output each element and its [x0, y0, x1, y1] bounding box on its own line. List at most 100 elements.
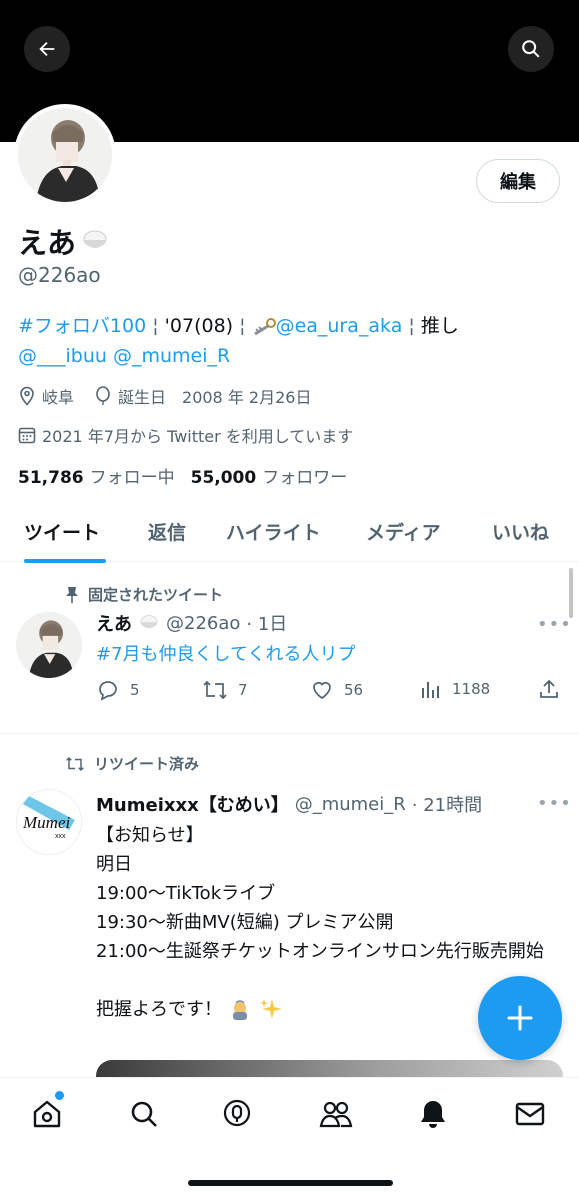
- profile-bio: #フォロバ100 ¦ '07(08) ¦ @ea_ura_aka ¦ 推し @_…: [18, 311, 563, 371]
- search-icon: [131, 1101, 157, 1127]
- tweet-avatar[interactable]: Mumei xxx: [16, 789, 82, 855]
- profile-handle: @226ao: [18, 263, 101, 287]
- sparkles-icon: [260, 998, 282, 1019]
- tweet-line: 【お知らせ】: [96, 825, 204, 846]
- bio-mention-ea-ura-aka[interactable]: @ea_ura_aka: [276, 315, 403, 337]
- back-arrow-icon: [39, 41, 55, 57]
- share-button[interactable]: [538, 678, 560, 700]
- tweet-line: 明日: [96, 854, 132, 875]
- profile-birthday: 誕生日 2008 年 2月26日: [118, 388, 312, 407]
- tweet-author-handle[interactable]: @_mumei_R: [295, 794, 406, 815]
- more-icon[interactable]: •••: [537, 793, 572, 814]
- bio-mention-ibuu[interactable]: @___ibuu: [18, 345, 107, 367]
- profile-meta-row: 岐阜 誕生日 2008 年 2月26日: [18, 384, 311, 408]
- more-icon[interactable]: •••: [537, 614, 572, 635]
- bio-year: '07(08): [164, 315, 234, 337]
- nav-communities[interactable]: [318, 1096, 354, 1132]
- reply-icon: [99, 681, 117, 701]
- profile-location: 岐阜: [42, 388, 75, 407]
- tweet-actions: 5 7 56 1188: [96, 678, 566, 704]
- person-bowing-icon: [233, 999, 247, 1020]
- tweet-author-name[interactable]: えあ: [96, 610, 132, 636]
- tab-media[interactable]: メディア: [366, 518, 441, 545]
- profile-name: えあ: [18, 220, 110, 262]
- profile-name-text: えあ: [18, 226, 77, 260]
- svg-text:xxx: xxx: [55, 833, 66, 840]
- tab-tweets[interactable]: ツイート: [24, 518, 100, 545]
- tweet-context: 固定されたツイート: [64, 584, 223, 605]
- tweet-context-label: リツイート済み: [94, 755, 200, 773]
- back-button[interactable]: [24, 26, 70, 72]
- tweet-line: 19:30～新曲MV(短編) プレミア公開: [96, 912, 394, 933]
- followers-label[interactable]: フォロワー: [262, 463, 347, 488]
- bio-mention-mumei[interactable]: @_mumei_R: [113, 345, 230, 367]
- profile-avatar[interactable]: [14, 104, 116, 206]
- bio-hashtag[interactable]: #フォロバ100: [18, 315, 146, 337]
- nav-search[interactable]: [126, 1096, 162, 1132]
- balloon-icon: [96, 386, 110, 405]
- share-icon: [540, 679, 558, 698]
- tweet-line: 把握よろです！: [96, 999, 222, 1020]
- tab-replies[interactable]: 返信: [148, 518, 186, 545]
- profile-tabs: ツイート 返信 ハイライト メディア いいね: [0, 500, 579, 563]
- like-count: 56: [344, 681, 364, 699]
- calendar-icon: [18, 427, 36, 444]
- tweet-line: 21:00～生誕祭チケットオンラインサロン先行販売開始: [96, 941, 544, 962]
- nav-notifications[interactable]: [415, 1096, 451, 1132]
- like-button[interactable]: 56: [310, 678, 363, 702]
- views-button[interactable]: 1188: [420, 678, 490, 700]
- tweet-context-label: 固定されたツイート: [88, 586, 224, 604]
- tweet-avatar[interactable]: [16, 612, 82, 678]
- retweet-count: 7: [238, 681, 248, 699]
- svg-text:Mumei: Mumei: [22, 813, 70, 832]
- key-icon: [253, 318, 276, 336]
- following-label[interactable]: フォロー中: [90, 463, 175, 488]
- reply-count: 5: [130, 681, 140, 699]
- tweet-time[interactable]: · 21時間: [412, 791, 482, 817]
- communities-icon: [319, 1101, 353, 1128]
- pin-icon: [66, 586, 78, 603]
- following-count[interactable]: 51,786: [18, 468, 84, 488]
- followers-count[interactable]: 55,000: [191, 468, 257, 488]
- nav-spaces[interactable]: [219, 1096, 255, 1132]
- views-count: 1188: [452, 680, 491, 698]
- home-notification-dot: [55, 1091, 64, 1100]
- tweet-author-name[interactable]: Mumeixxx【むめい】: [96, 791, 289, 817]
- bio-separator: ¦: [233, 315, 252, 337]
- views-chart-icon: [422, 682, 439, 698]
- heart-icon: [313, 682, 331, 700]
- tweet-time[interactable]: · 1日: [246, 610, 287, 636]
- rice-bowl-icon: [83, 230, 108, 248]
- tweet-author-handle[interactable]: @226ao: [166, 613, 240, 634]
- profile-joined: 2021 年7月から Twitter を利用しています: [42, 427, 354, 446]
- search-button[interactable]: [508, 26, 554, 72]
- follow-stats: 51,786 フォロー中 55,000 フォロワー: [18, 463, 347, 488]
- bio-oshi: 推し: [420, 315, 459, 337]
- tab-likes[interactable]: いいね: [492, 518, 549, 545]
- tweet-header: Mumeixxx【むめい】 @_mumei_R · 21時間: [96, 791, 482, 817]
- tab-highlights[interactable]: ハイライト: [226, 518, 321, 545]
- plus-icon: [507, 1005, 533, 1031]
- spaces-microphone-icon: [223, 1099, 251, 1127]
- nav-home[interactable]: [29, 1096, 65, 1132]
- home-indicator: [188, 1180, 393, 1186]
- tweet-text[interactable]: #7月も仲良くしてくれる人リプ: [96, 640, 355, 666]
- rice-bowl-icon: [140, 615, 158, 629]
- bio-separator: ¦: [146, 315, 165, 337]
- bio-separator: ¦: [402, 315, 421, 337]
- nav-messages[interactable]: [512, 1096, 548, 1132]
- profile-joined-row: 2021 年7月から Twitter を利用しています: [18, 423, 353, 447]
- retweet-icon: [66, 756, 84, 771]
- active-tab-indicator: [24, 559, 106, 563]
- bell-icon: [421, 1101, 445, 1128]
- tweet-pinned[interactable]: 固定されたツイート えあ @226ao · 1日 ••• #7月も仲良くしてくれ…: [0, 566, 579, 734]
- reply-button[interactable]: 5: [96, 678, 140, 702]
- search-icon: [522, 40, 540, 58]
- retweet-icon: [203, 680, 227, 700]
- location-pin-icon: [20, 386, 34, 406]
- compose-tweet-button[interactable]: [478, 976, 562, 1060]
- edit-profile-button[interactable]: 編集: [476, 159, 560, 203]
- home-icon: [33, 1100, 61, 1128]
- envelope-icon: [515, 1102, 545, 1126]
- retweet-button[interactable]: 7: [202, 678, 248, 702]
